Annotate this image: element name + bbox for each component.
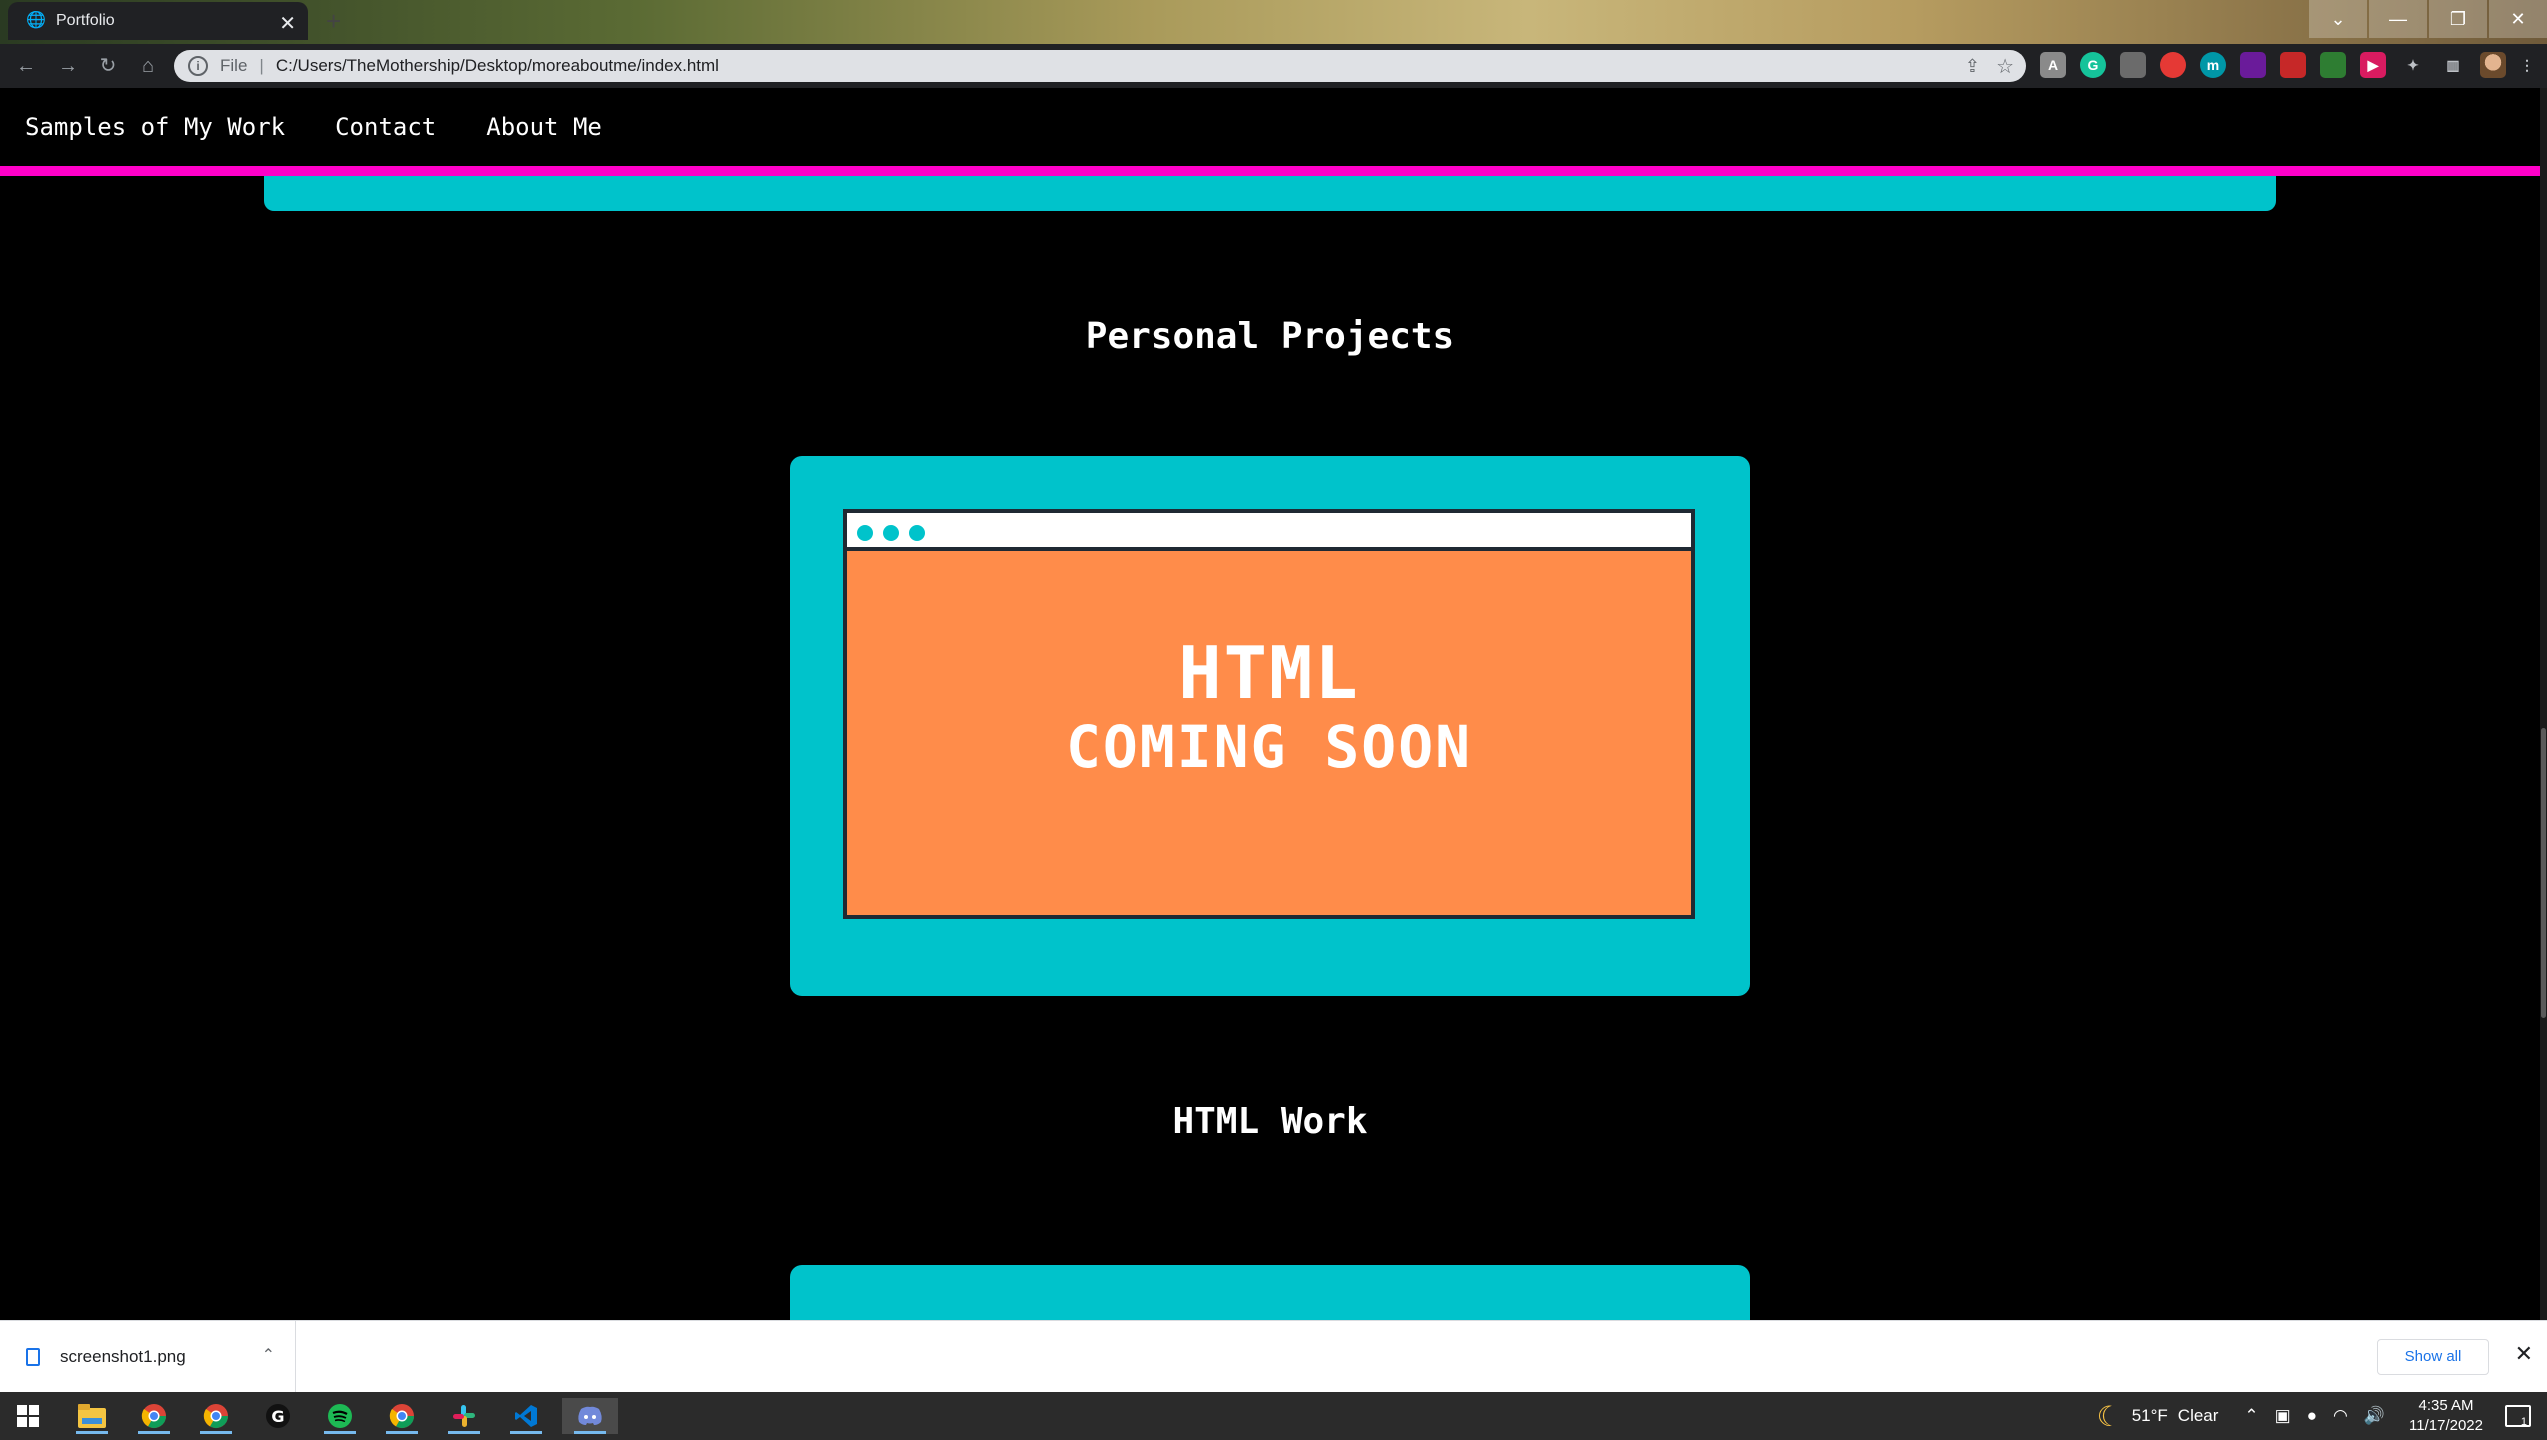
chrome-alt-icon[interactable] [382, 1398, 422, 1434]
star-icon[interactable]: ☆ [1996, 54, 2014, 79]
system-tray: ☾ 51°F Clear ⌃ ▣ ● ◠ 🔊 4:35 AM 11/17/202… [2097, 1392, 2547, 1440]
section-title-personal-projects: Personal Projects [1085, 316, 1455, 357]
discord-icon[interactable] [562, 1398, 618, 1434]
show-all-button[interactable]: Show all [2377, 1339, 2489, 1375]
active-indicator [448, 1431, 480, 1434]
extension-icon[interactable]: ▶ [2360, 52, 2386, 78]
tab-title: Portfolio [56, 12, 115, 29]
windows-taskbar: G ☾ 51°F Clear ⌃ ▣ ● ◠ 🔊 4:35 AM 11/17/2… [0, 1392, 2547, 1440]
weather-desc: Clear [2177, 1406, 2219, 1425]
windows-start-icon[interactable] [8, 1398, 48, 1434]
active-indicator [200, 1431, 232, 1434]
chevron-up-icon[interactable]: ⌃ [2244, 1406, 2258, 1426]
browser-toolbar: ← → ↻ ⌂ i File | C:/Users/TheMothership/… [0, 44, 2547, 88]
close-icon[interactable]: ✕ [279, 11, 296, 36]
project-card[interactable]: HTML COMING SOON [790, 456, 1750, 996]
grammarly-icon[interactable]: G [2080, 52, 2106, 78]
nav-border [0, 166, 2540, 176]
browser-chrome: 🌐 Portfolio ✕ + ⌄ — ❐ ✕ ← → ↻ ⌂ i File |… [0, 0, 2547, 88]
g-app-icon[interactable]: G [258, 1398, 298, 1434]
extension-icon[interactable] [2320, 52, 2346, 78]
address-separator: | [259, 56, 264, 75]
download-bar: screenshot1.png ⌃ Show all ✕ [0, 1320, 2547, 1393]
new-tab-button[interactable]: + [326, 6, 341, 37]
slack-icon[interactable] [444, 1398, 484, 1434]
active-indicator [324, 1431, 356, 1434]
more-menu-icon[interactable]: ⋮ [2520, 52, 2534, 78]
extensions-area: A G m ▶ ✦ ▥ ⋮ [2040, 52, 2547, 78]
extensions-puzzle-icon[interactable]: ✦ [2400, 52, 2426, 78]
address-url[interactable]: C:/Users/TheMothership/Desktop/moreabout… [276, 56, 719, 76]
globe-icon: 🌐 [26, 12, 46, 29]
page-content: Samples of My Work Contact About Me Pers… [0, 88, 2540, 1320]
chrome-icon[interactable] [134, 1398, 174, 1434]
reload-icon[interactable]: ↻ [96, 54, 120, 78]
download-item[interactable]: screenshot1.png ⌃ [0, 1321, 296, 1393]
window-controls: ⌄ — ❐ ✕ [2307, 0, 2547, 38]
tab-strip: 🌐 Portfolio ✕ + ⌄ — ❐ ✕ [0, 0, 2547, 40]
card-subtitle: COMING SOON [1065, 713, 1473, 781]
extension-icon[interactable] [2160, 52, 2186, 78]
weather-temp: 51°F [2131, 1406, 2168, 1425]
extension-icon[interactable] [2240, 52, 2266, 78]
close-window-button[interactable]: ✕ [2489, 0, 2547, 38]
chevron-up-icon[interactable]: ⌃ [262, 1345, 275, 1365]
svg-text:G: G [271, 1407, 284, 1426]
scrollbar-thumb[interactable] [2541, 728, 2546, 1018]
file-icon [26, 1348, 40, 1366]
extension-icon[interactable]: m [2200, 52, 2226, 78]
wifi-icon[interactable]: ◠ [2333, 1406, 2348, 1426]
extension-icon[interactable] [2120, 52, 2146, 78]
notification-center-icon[interactable]: 1 [2505, 1405, 2531, 1428]
home-icon[interactable]: ⌂ [136, 54, 160, 78]
device-icon[interactable]: ▣ [2275, 1406, 2291, 1426]
window-dot [883, 525, 899, 541]
forward-arrow-icon[interactable]: → [56, 54, 80, 78]
previous-card-bottom [264, 176, 2276, 211]
html-work-card[interactable] [790, 1265, 1750, 1320]
download-filename: screenshot1.png [60, 1347, 186, 1366]
window-titlebar [847, 513, 1691, 551]
clock-date: 11/17/2022 [2409, 1417, 2483, 1434]
chrome-profile-icon[interactable] [196, 1398, 236, 1434]
side-panel-icon[interactable]: ▥ [2440, 52, 2466, 78]
active-indicator [76, 1431, 108, 1434]
card-title: HTML [1178, 631, 1360, 715]
file-explorer-icon[interactable] [72, 1398, 112, 1434]
volume-icon[interactable]: 🔊 [2364, 1406, 2385, 1426]
extension-icon[interactable] [2280, 52, 2306, 78]
tab-portfolio[interactable]: 🌐 Portfolio ✕ [8, 2, 308, 40]
browser-window-illustration: HTML COMING SOON [843, 509, 1695, 919]
moon-icon: ☾ [2096, 1400, 2122, 1432]
nav-link-samples[interactable]: Samples of My Work [25, 113, 285, 141]
vscode-icon[interactable] [506, 1398, 546, 1434]
active-indicator [386, 1431, 418, 1434]
window-dot [857, 525, 873, 541]
close-icon[interactable]: ✕ [2515, 1341, 2533, 1367]
active-indicator [138, 1431, 170, 1434]
extension-icon[interactable]: A [2040, 52, 2066, 78]
address-scheme: File [220, 56, 248, 75]
active-indicator [510, 1431, 542, 1434]
window-dot [909, 525, 925, 541]
address-bar[interactable]: i File | C:/Users/TheMothership/Desktop/… [174, 50, 2026, 82]
back-arrow-icon[interactable]: ← [14, 54, 38, 78]
page-scrollbar[interactable] [2540, 88, 2547, 1320]
weather-widget[interactable]: ☾ 51°F Clear [2097, 1400, 2219, 1433]
spotify-icon[interactable] [320, 1398, 360, 1434]
tab-search-button[interactable]: ⌄ [2309, 0, 2367, 38]
active-indicator [574, 1431, 606, 1434]
site-nav: Samples of My Work Contact About Me [0, 88, 2540, 166]
nav-link-contact[interactable]: Contact [335, 113, 436, 141]
share-icon[interactable]: ⇪ [1965, 56, 1980, 77]
restore-button[interactable]: ❐ [2429, 0, 2487, 38]
profile-avatar[interactable] [2480, 52, 2506, 78]
nav-link-about[interactable]: About Me [486, 113, 602, 141]
microphone-icon[interactable]: ● [2307, 1406, 2317, 1426]
info-icon[interactable]: i [188, 56, 208, 76]
clock-time: 4:35 AM [2418, 1397, 2474, 1414]
clock[interactable]: 4:35 AM 11/17/2022 [2409, 1396, 2483, 1436]
minimize-button[interactable]: — [2369, 0, 2427, 38]
section-title-html-work: HTML Work [1172, 1101, 1368, 1142]
